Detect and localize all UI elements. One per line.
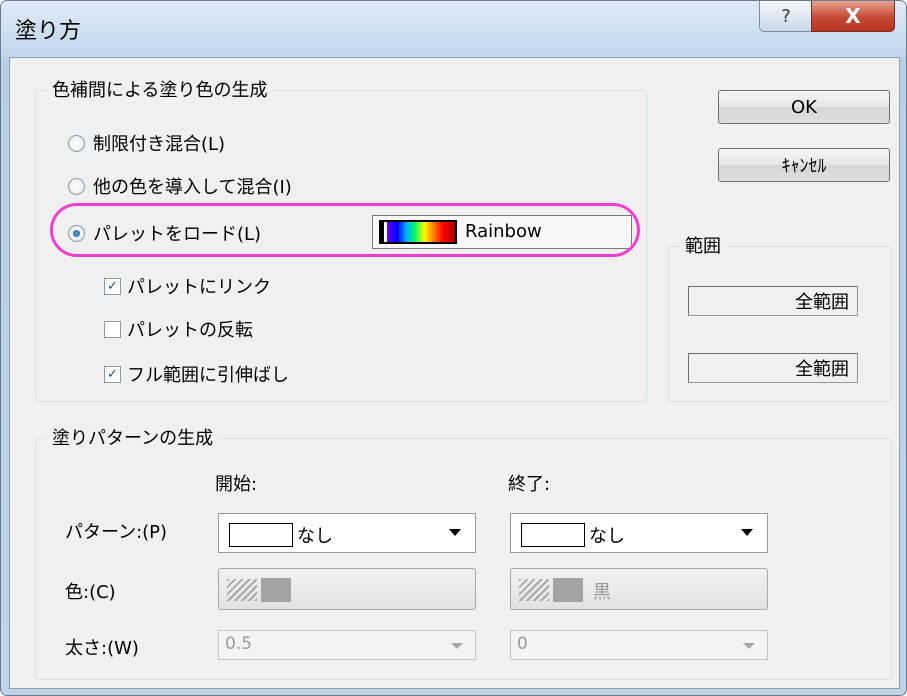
radio-introduce-color-label: 他の色を導入して混合(I) — [93, 177, 292, 198]
checkbox-link-palette[interactable]: ✓ パレットにリンク — [104, 273, 271, 299]
dialog-window: 塗り方 ? X 色補間による塗り色の生成 制限付き混合(L) 他の色を導入して混… — [0, 0, 907, 696]
range-legend: 範囲 — [679, 232, 727, 258]
start-pattern-swatch — [229, 523, 293, 547]
end-color-value: 黒 — [593, 582, 611, 603]
checkbox-stretch-full-range-box[interactable]: ✓ — [104, 365, 121, 383]
end-column-header: 終了: — [508, 474, 551, 495]
highlight-annotation — [50, 203, 640, 257]
checkbox-stretch-full-range-label: フル範囲に引伸ばし — [127, 365, 289, 386]
start-pattern-dropdown[interactable]: なし — [218, 513, 476, 553]
radio-introduce-color[interactable]: 他の色を導入して混合(I) — [68, 173, 292, 199]
checkbox-reverse-palette[interactable]: パレットの反転 — [104, 316, 253, 342]
checkbox-link-palette-box[interactable]: ✓ — [104, 277, 121, 295]
hatch-pattern-icon — [519, 579, 549, 601]
help-button[interactable]: ? — [759, 1, 813, 32]
width-label: 太さ:(W) — [65, 638, 139, 659]
checkbox-reverse-palette-box[interactable] — [104, 320, 121, 338]
end-pattern-dropdown[interactable]: なし — [510, 513, 768, 553]
end-color-button[interactable]: 黒 — [510, 568, 768, 610]
dialog-client: 色補間による塗り色の生成 制限付き混合(L) 他の色を導入して混合(I) パレッ… — [9, 57, 900, 689]
close-button[interactable]: X — [811, 1, 895, 32]
color-label: 色:(C) — [65, 582, 116, 603]
start-pattern-value: なし — [297, 526, 333, 547]
end-width-value: 0 — [517, 634, 528, 654]
start-width-value: 0.5 — [225, 634, 253, 654]
radio-limited-mix-control[interactable] — [68, 134, 85, 152]
range-from-field[interactable]: 全範囲 — [688, 286, 858, 316]
pattern-label: パターン:(P) — [65, 522, 168, 543]
radio-limited-mix-label: 制限付き混合(L) — [93, 134, 226, 155]
checkbox-link-palette-label: パレットにリンク — [127, 277, 271, 298]
chevron-down-icon — [451, 643, 463, 649]
ok-button[interactable]: OK — [718, 90, 890, 124]
start-column-header: 開始: — [215, 474, 258, 495]
help-icon: ? — [781, 5, 791, 27]
color-swatch — [553, 578, 583, 602]
cancel-button[interactable]: ｷｬﾝｾﾙ — [718, 148, 890, 182]
checkbox-reverse-palette-label: パレットの反転 — [127, 320, 253, 341]
end-pattern-swatch — [521, 523, 585, 547]
radio-limited-mix[interactable]: 制限付き混合(L) — [68, 130, 225, 156]
range-to-field[interactable]: 全範囲 — [688, 353, 858, 383]
chevron-down-icon — [741, 529, 753, 536]
chevron-down-icon — [743, 643, 755, 649]
color-generation-legend: 色補間による塗り色の生成 — [46, 76, 274, 102]
hatch-pattern-icon — [227, 579, 257, 601]
checkbox-stretch-full-range[interactable]: ✓ フル範囲に引伸ばし — [104, 361, 289, 387]
close-icon: X — [845, 4, 861, 28]
dialog-title: 塗り方 — [15, 19, 82, 44]
start-color-button[interactable] — [218, 568, 476, 610]
chevron-down-icon — [449, 529, 461, 536]
title-bar[interactable]: 塗り方 ? X — [1, 1, 906, 57]
end-width-dropdown[interactable]: 0 — [510, 630, 768, 660]
start-width-dropdown[interactable]: 0.5 — [218, 630, 476, 660]
radio-introduce-color-control[interactable] — [68, 177, 85, 195]
pattern-generation-legend: 塗りパターンの生成 — [46, 424, 220, 450]
end-pattern-value: なし — [589, 526, 625, 547]
color-swatch — [261, 578, 291, 602]
